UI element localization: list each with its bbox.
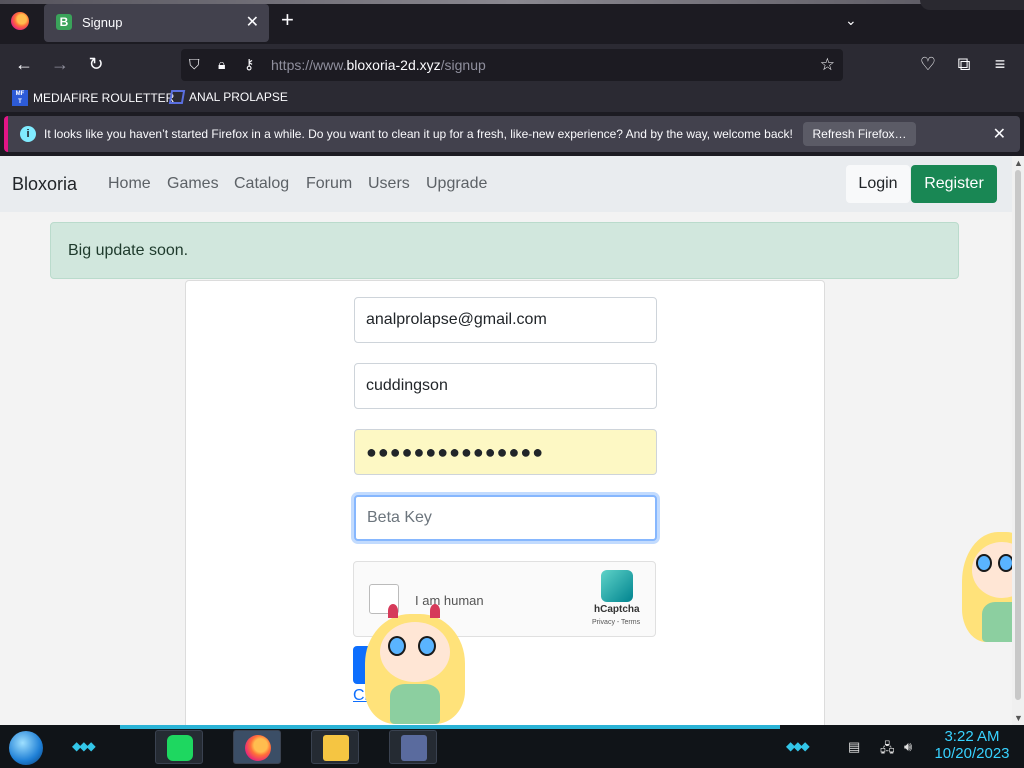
username-field[interactable]: cuddingson [354,363,657,409]
beta-key-placeholder: Beta Key [367,509,432,526]
sticker-dress [390,684,440,724]
nav-users[interactable]: Users [368,175,410,193]
window-decoration [920,0,1024,10]
star-butterfly-sticker[interactable] [360,596,470,725]
taskbar-app[interactable] [389,730,437,764]
taskbar-explorer[interactable] [311,730,359,764]
key-icon[interactable]: ⚷ [244,56,254,73]
sticker-dress [982,602,1012,642]
volume-icon[interactable]: 🔊︎ [904,739,912,755]
folder-icon [323,735,349,761]
bookmark-star-icon[interactable]: ☆ [820,55,835,75]
bookmark-label: MEDIAFIRE ROULETTER [33,91,175,105]
login-button[interactable]: Login [846,165,910,203]
tab-close-icon[interactable]: ✕ [246,12,259,32]
taskbar: ◆◆◆ ◆◆◆ ▤ 🖧︎ 🔊︎ 3:22 AM 10/20/2023 [0,725,1024,768]
captcha-brand: hCaptcha [594,604,640,615]
forward-icon[interactable]: → [49,54,71,75]
bookmark-label: ANAL PROLAPSE [189,90,288,104]
new-tab-button[interactable]: + [281,9,294,31]
refresh-firefox-button[interactable]: Refresh Firefox… [803,122,916,146]
network-icon[interactable]: 🖧︎ [880,739,895,761]
list-all-tabs-icon[interactable]: ⌄ [845,12,857,29]
scroll-up-icon[interactable]: ▲ [1014,158,1023,168]
nav-upgrade[interactable]: Upgrade [426,175,487,193]
system-clock[interactable]: 3:22 AM 10/20/2023 [930,728,1014,762]
alert-text: Big update soon. [68,242,189,259]
nav-catalog[interactable]: Catalog [234,175,289,193]
menu-icon[interactable]: ≡ [989,54,1011,75]
nav-games[interactable]: Games [167,175,219,193]
info-icon: i [20,126,36,142]
tab-strip: B Signup ✕ + ⌄ [0,0,1024,44]
nav-home[interactable]: Home [108,175,151,193]
window-app-icon [401,735,427,761]
captcha-terms-link[interactable]: Privacy - Terms [592,619,640,626]
password-field[interactable]: ●●●●●●●●●●●●●●● [354,429,657,475]
taskbar-firefox[interactable] [233,730,281,764]
clock-time: 3:22 AM [944,728,1000,745]
update-alert: Big update soon. [50,222,959,279]
taskbar-glow [120,725,780,729]
decorative-chevrons: ◆◆◆ [72,739,96,753]
sticker-horn [388,604,398,618]
beta-key-field[interactable]: Beta Key [354,495,657,541]
notification-message: It looks like you haven’t started Firefo… [44,127,793,141]
taskbar-spotify[interactable] [155,730,203,764]
decorative-chevrons: ◆◆◆ [786,739,810,753]
star-butterfly-sticker-right[interactable] [958,522,1012,652]
site-navbar: Bloxoria Home Games Catalog Forum Users … [0,156,1012,212]
url-text[interactable]: https://www.bloxoria-2d.xyz/signup [271,57,486,73]
register-button[interactable]: Register [911,165,997,203]
signup-card: analprolapse@gmail.com cuddingson ●●●●●●… [185,280,825,725]
pocket-icon[interactable]: ♡ [917,54,939,75]
lock-icon[interactable]: 🔒︎ [218,56,225,73]
sticker-eye [418,636,436,656]
firefox-icon [245,735,271,761]
tab-signup[interactable]: B Signup ✕ [44,4,269,42]
shield-icon[interactable]: ⛉ [189,56,200,73]
bookmark-mediafire[interactable]: MF T MEDIAFIRE ROULETTER [12,90,174,106]
site-brand[interactable]: Bloxoria [12,174,77,195]
sticker-horn [430,604,440,618]
sticker-eye [976,554,992,572]
navigation-toolbar: ← → ↻ ⛉ 🔒︎ ⚷ https://www.bloxoria-2d.xyz… [0,44,1024,86]
page-scrollbar[interactable]: ▲ ▼ [1012,156,1024,725]
hcaptcha-logo-icon [601,570,633,602]
bookmarks-toolbar: MF T MEDIAFIRE ROULETTER ANAL PROLAPSE [0,86,1024,112]
firefox-icon[interactable] [11,12,29,30]
mediafire-icon: MF T [12,90,28,106]
notification-accent [4,116,8,152]
reload-icon[interactable]: ↻ [85,54,107,75]
spotify-icon [167,735,193,761]
notification-close-icon[interactable]: ✕ [993,124,1006,144]
sticker-eye [998,554,1012,572]
tab-title: Signup [82,15,123,30]
email-field[interactable]: analprolapse@gmail.com [354,297,657,343]
start-orb-icon[interactable] [9,731,43,765]
scroll-down-icon[interactable]: ▼ [1014,713,1023,723]
extensions-icon[interactable]: ⧉ [953,54,975,75]
nav-forum[interactable]: Forum [306,175,352,193]
url-bar[interactable]: ⛉ 🔒︎ ⚷ https://www.bloxoria-2d.xyz/signu… [181,49,843,81]
web-page: Bloxoria Home Games Catalog Forum Users … [0,156,1012,725]
site-favicon-icon: B [56,14,72,30]
back-icon[interactable]: ← [13,54,35,75]
sticker-eye [388,636,406,656]
clock-date: 10/20/2023 [934,745,1010,762]
refresh-notification-bar: i It looks like you haven’t started Fire… [4,116,1020,152]
scroll-thumb[interactable] [1015,170,1021,700]
bookmark-second[interactable]: ANAL PROLAPSE [168,90,288,104]
tray-overflow-icon[interactable]: ▤ [848,739,860,755]
bookmark-icon [168,90,186,104]
